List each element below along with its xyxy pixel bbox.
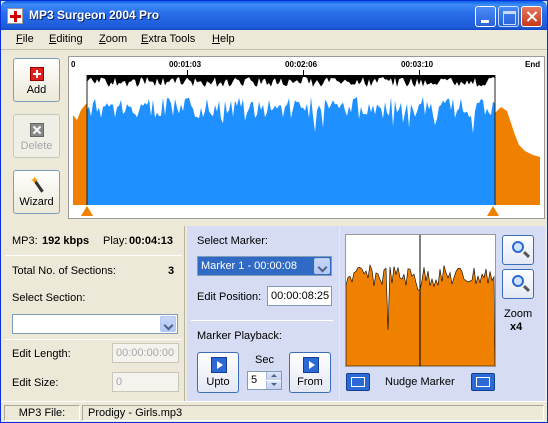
select-marker-label: Select Marker: [197,235,268,247]
play-icon [211,357,227,373]
select-section-label: Select Section: [12,292,86,304]
edit-length-label: Edit Length: [12,348,71,360]
select-section-dropdown[interactable] [12,314,178,334]
play-upto-button[interactable]: Upto [197,352,239,393]
zoom-out-button[interactable] [502,269,534,299]
menu-file[interactable]: File [16,33,34,45]
timeline-end: End [525,60,541,69]
play-label: Play: [103,235,128,247]
select-marker-value: Marker 1 - 00:00:08 [201,260,297,272]
divider [5,339,182,340]
timeline-start: 0 [71,60,76,69]
waveform-panel[interactable]: 0 00:01:03 00:02:06 00:03:10 End [68,56,545,219]
peak-waveform [87,75,495,87]
menu-zoom[interactable]: Zoom [99,33,127,45]
seconds-spinner[interactable]: 5 [247,371,282,390]
play-from-button[interactable]: From [289,352,331,393]
spin-up-icon[interactable] [266,372,281,380]
nudge-marker-label: Nudge Marker [385,376,455,388]
zoom-in-icon [512,241,524,253]
zoom-in-button[interactable] [502,235,534,265]
sections-label: Total No. of Sections: [12,265,116,277]
bitrate-value: 192 kbps [42,235,90,247]
close-button[interactable] [521,6,542,27]
chevron-down-icon[interactable] [160,316,176,332]
play-upto-label: Upto [206,376,230,388]
app-window: MP3 Surgeon 2004 Pro File Editing Zoom E… [0,0,548,423]
section-start-waveform [73,103,87,205]
marker-2-handle[interactable] [487,206,499,216]
edit-size-label: Edit Size: [12,377,59,389]
seconds-value: 5 [251,374,258,386]
chevron-down-icon[interactable] [314,258,330,274]
play-time-value: 00:04:13 [129,235,174,247]
zoomed-waveform [345,235,496,367]
maximize-button[interactable] [498,6,519,27]
wizard-button-label: Wizard [19,196,54,208]
select-marker-dropdown[interactable]: Marker 1 - 00:00:08 [197,256,332,276]
edit-position-label: Edit Position: [197,291,262,303]
nudge-left-button[interactable] [346,373,370,391]
seconds-label: Sec [255,354,274,366]
zoom-factor: x4 [510,321,523,333]
menu-extra-tools[interactable]: Extra Tools [141,33,195,45]
magic-wand-icon [30,174,45,193]
menu-bar: File Editing Zoom Extra Tools Help [1,30,547,50]
main-waveform [87,97,495,205]
divider [5,255,182,256]
minimize-button[interactable] [475,6,496,27]
status-bar: MP3 File: Prodigy - Girls.mp3 [1,401,547,422]
divider [191,320,333,321]
mp3-label: MP3: [12,235,38,247]
window-title: MP3 Surgeon 2004 Pro [29,8,160,22]
zoom-label: Zoom [504,308,533,320]
nudge-right-icon [476,377,490,387]
delete-button[interactable]: Delete [13,114,60,158]
nudge-right-button[interactable] [471,373,495,391]
spin-down-icon[interactable] [266,381,281,389]
timeline-mark-3: 00:03:10 [401,60,434,69]
title-bar[interactable]: MP3 Surgeon 2004 Pro [1,1,547,30]
edit-length-field[interactable]: 00:00:00:00 [112,343,179,363]
marker-1-handle[interactable] [81,206,93,216]
play-icon [303,357,319,373]
delete-button-label: Delete [20,140,53,152]
status-file-label: MP3 File: [4,405,80,421]
delete-icon [30,123,44,137]
waveform [73,75,540,205]
add-button-label: Add [26,84,47,96]
app-icon [7,8,23,24]
menu-editing[interactable]: Editing [49,33,83,45]
marker-playback-label: Marker Playback: [197,330,282,342]
edit-size-field[interactable]: 0 [112,372,179,392]
add-button[interactable]: Add [13,58,60,102]
timeline-mark-1: 00:01:03 [169,60,202,69]
timeline-mark-2: 00:02:06 [285,60,318,69]
edit-position-field[interactable]: 00:00:08:25 [267,286,332,306]
nudge-left-icon [351,377,365,387]
play-from-label: From [297,376,323,388]
add-icon [30,67,44,81]
zoom-out-icon [512,275,524,287]
section-end-waveform [495,107,540,205]
wizard-button[interactable]: Wizard [13,170,60,214]
sections-value: 3 [168,265,175,277]
status-file-name: Prodigy - Girls.mp3 [82,405,544,421]
menu-help[interactable]: Help [212,33,235,45]
zoom-waveform-panel[interactable] [345,234,496,367]
